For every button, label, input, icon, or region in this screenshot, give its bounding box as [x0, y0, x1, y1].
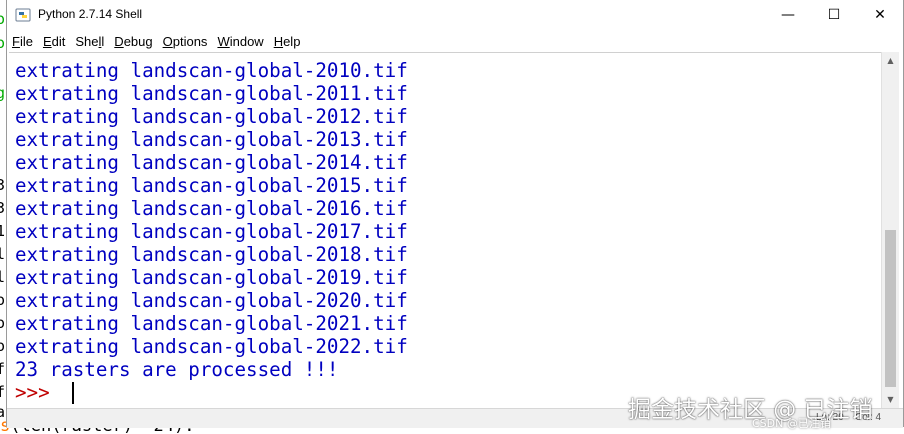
- close-button[interactable]: ✕: [857, 0, 903, 30]
- menu-file-accel: F: [12, 33, 20, 49]
- shell-output-line: extrating landscan-global-2020.tif: [15, 289, 408, 312]
- menu-debug-accel: D: [114, 33, 124, 49]
- window-title: Python 2.7.14 Shell: [38, 7, 143, 21]
- maximize-button[interactable]: ☐: [811, 0, 857, 30]
- menu-file[interactable]: File: [7, 34, 38, 49]
- menu-file-label: ile: [19, 33, 33, 49]
- menu-help[interactable]: Help: [269, 34, 306, 49]
- menu-window-accel: W: [217, 33, 230, 49]
- shell-output-line: extrating landscan-global-2013.tif: [15, 128, 408, 151]
- arrow-down-icon: ▼: [887, 395, 894, 404]
- arrow-up-icon: ▲: [887, 56, 894, 65]
- vertical-scrollbar[interactable]: ▲ ▼: [881, 52, 899, 408]
- shell-output-line: extrating landscan-global-2015.tif: [15, 174, 408, 197]
- watermark-small-text: CSDN @已注销: [752, 417, 831, 430]
- menu-shell[interactable]: Shell: [70, 34, 109, 49]
- scroll-down-button[interactable]: ▼: [882, 391, 899, 408]
- scroll-up-button[interactable]: ▲: [882, 52, 899, 69]
- idle-shell-window: Python 2.7.14 Shell — ☐ ✕ File Edit Shel…: [6, 0, 904, 428]
- menu-options[interactable]: Options: [158, 34, 213, 49]
- menu-options-label: ptions: [172, 33, 208, 49]
- minimize-button[interactable]: —: [765, 0, 811, 30]
- python-icon: [15, 8, 31, 22]
- shell-output-line: extrating landscan-global-2019.tif: [15, 266, 408, 289]
- menu-debug[interactable]: Debug: [109, 34, 157, 49]
- shell-output-line: extrating landscan-global-2012.tif: [15, 105, 408, 128]
- menu-options-accel: O: [162, 33, 173, 49]
- minimize-icon: —: [781, 7, 795, 23]
- menu-window[interactable]: Window: [212, 34, 268, 49]
- menu-help-label: elp: [283, 33, 301, 49]
- menu-window-label: indow: [229, 33, 264, 49]
- watermark-text: 掘金技术社区 @ 已注销: [628, 397, 873, 423]
- maximize-icon: ☐: [827, 7, 841, 23]
- shell-text-area[interactable]: extrating landscan-global-2010.tif extra…: [9, 52, 881, 409]
- shell-output-line: 23 rasters are processed !!!: [15, 358, 339, 381]
- shell-output-line: extrating landscan-global-2022.tif: [15, 335, 408, 358]
- menu-edit-accel: E: [42, 33, 52, 49]
- menu-shell-label: l: [101, 33, 105, 49]
- shell-output-line: extrating landscan-global-2016.tif: [15, 197, 408, 220]
- menu-debug-label: ebug: [123, 33, 153, 49]
- shell-output-line: extrating landscan-global-2017.tif: [15, 220, 408, 243]
- close-icon: ✕: [874, 7, 886, 23]
- menu-edit-label: dit: [51, 33, 66, 49]
- shell-output-line: extrating landscan-global-2014.tif: [15, 151, 408, 174]
- shell-prompt: >>>: [15, 381, 62, 404]
- text-cursor: [72, 382, 74, 404]
- menu-bar: File Edit Shell Debug Options Window Hel…: [7, 30, 903, 52]
- shell-output-line: extrating landscan-global-2018.tif: [15, 243, 408, 266]
- shell-output-line: extrating landscan-global-2010.tif: [15, 59, 408, 82]
- shell-output-line: extrating landscan-global-2021.tif: [15, 312, 408, 335]
- title-bar[interactable]: Python 2.7.14 Shell — ☐ ✕: [7, 0, 903, 30]
- scroll-thumb[interactable]: [885, 230, 896, 387]
- menu-edit[interactable]: Edit: [38, 34, 70, 49]
- shell-output-line: extrating landscan-global-2011.tif: [15, 82, 408, 105]
- menu-shell-label-pre: She: [75, 33, 99, 49]
- menu-help-accel: H: [273, 33, 284, 49]
